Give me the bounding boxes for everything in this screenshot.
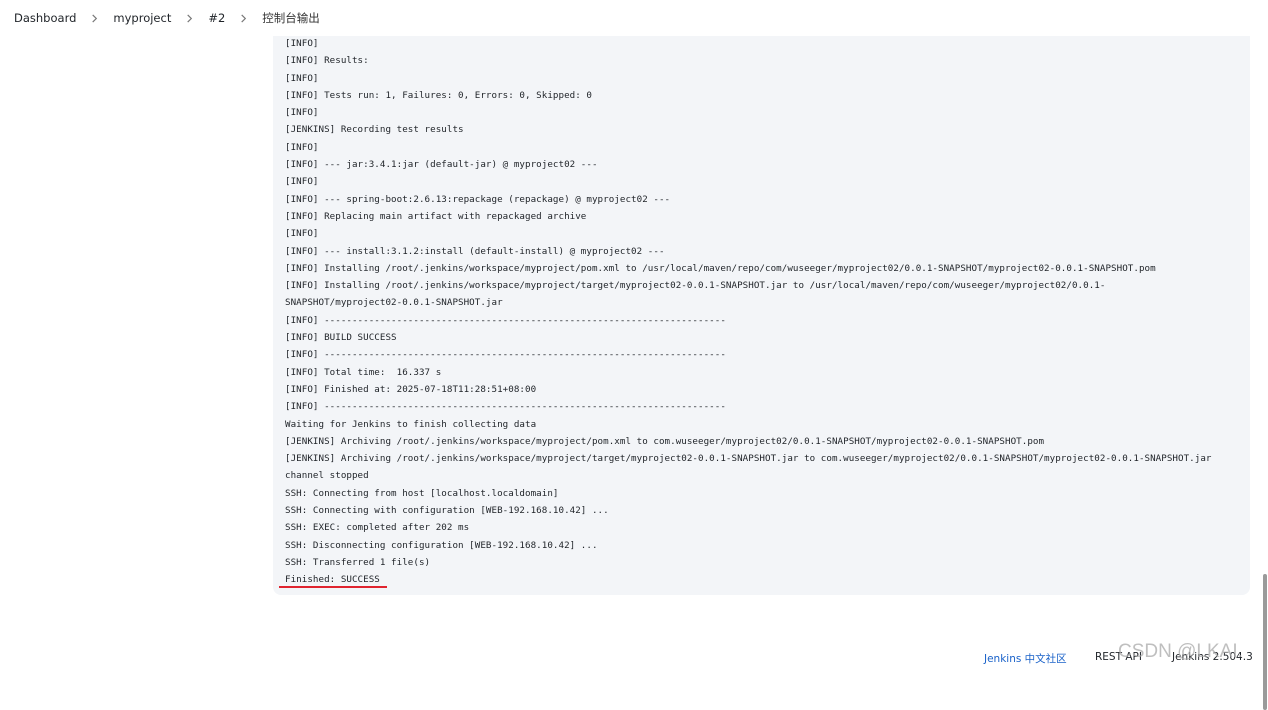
chevron-right-icon (239, 13, 248, 23)
jenkins-community-link[interactable]: Jenkins 中文社区 (984, 651, 1067, 666)
breadcrumb-dashboard[interactable]: Dashboard (14, 11, 76, 25)
rest-api-button[interactable]: REST API (1095, 651, 1142, 663)
console-line: [INFO] --- spring-boot:2.6.13:repackage … (285, 193, 671, 205)
console-line: SSH: Connecting with configuration [WEB-… (285, 505, 609, 517)
console-line: [INFO] Installing /root/.jenkins/workspa… (285, 262, 1156, 274)
console-line: [INFO] Replacing main artifact with repa… (285, 210, 587, 222)
page-scrollbar[interactable] (1262, 36, 1268, 710)
console-line: [INFO] (285, 228, 319, 240)
console-line: [INFO] --- jar:3.4.1:jar (default-jar) @… (285, 159, 598, 171)
console-line: [INFO] BUILD SUCCESS (285, 332, 397, 344)
breadcrumb-myproject[interactable]: myproject (113, 11, 171, 25)
console-line: SSH: Transferred 1 file(s) (285, 556, 431, 568)
console-line: [INFO] Finished at: 2025-07-18T11:28:51+… (285, 383, 537, 395)
console-line: [INFO] Tests run: 1, Failures: 0, Errors… (285, 89, 592, 101)
console-line: [INFO] ---------------------------------… (285, 401, 726, 413)
jenkins-version-button[interactable]: Jenkins 2.504.3 (1172, 651, 1253, 663)
breadcrumb: Dashboard myproject #2 控制台输出 (0, 0, 1268, 36)
console-line: [JENKINS] Archiving /root/.jenkins/works… (285, 453, 1212, 465)
console-output: [INFO] [INFO] Results: [INFO] [INFO] Tests … (273, 30, 1250, 595)
page-footer: Jenkins 中文社区 REST API Jenkins 2.504.3 (0, 640, 1268, 674)
success-underline-annotation (279, 586, 387, 588)
console-line: [INFO] Total time: 16.337 s (285, 366, 442, 378)
console-line: Finished: SUCCESS (285, 574, 380, 586)
console-line: [INFO] (285, 107, 319, 119)
console-line: [INFO] (285, 176, 319, 188)
console-line: [INFO] (285, 38, 319, 49)
console-line: [JENKINS] Archiving /root/.jenkins/works… (285, 435, 1045, 447)
chevron-right-icon (90, 13, 99, 23)
console-line: [INFO] Installing /root/.jenkins/workspa… (285, 280, 1106, 292)
console-line: SSH: Connecting from host [localhost.loc… (285, 487, 559, 499)
console-line: [INFO] (285, 141, 319, 153)
breadcrumb-build-2[interactable]: #2 (208, 11, 225, 25)
console-line: SSH: Disconnecting configuration [WEB-19… (285, 539, 598, 551)
console-line: channel stopped (285, 470, 369, 482)
console-line: Waiting for Jenkins to finish collecting… (285, 418, 537, 430)
console-line: [JENKINS] Recording test results (285, 124, 464, 136)
chevron-right-icon (185, 13, 194, 23)
breadcrumb-console-output: 控制台输出 (262, 11, 320, 25)
console-line: [INFO] --- install:3.1.2:install (defaul… (285, 245, 665, 257)
console-line: SSH: EXEC: completed after 202 ms (285, 522, 470, 534)
console-line: [INFO] ---------------------------------… (285, 349, 726, 361)
console-line: [INFO] (285, 72, 319, 84)
console-line: [INFO] Results: (285, 55, 369, 67)
console-line: [INFO] ---------------------------------… (285, 314, 726, 326)
console-line: SNAPSHOT/myproject02-0.0.1-SNAPSHOT.jar (285, 297, 503, 309)
